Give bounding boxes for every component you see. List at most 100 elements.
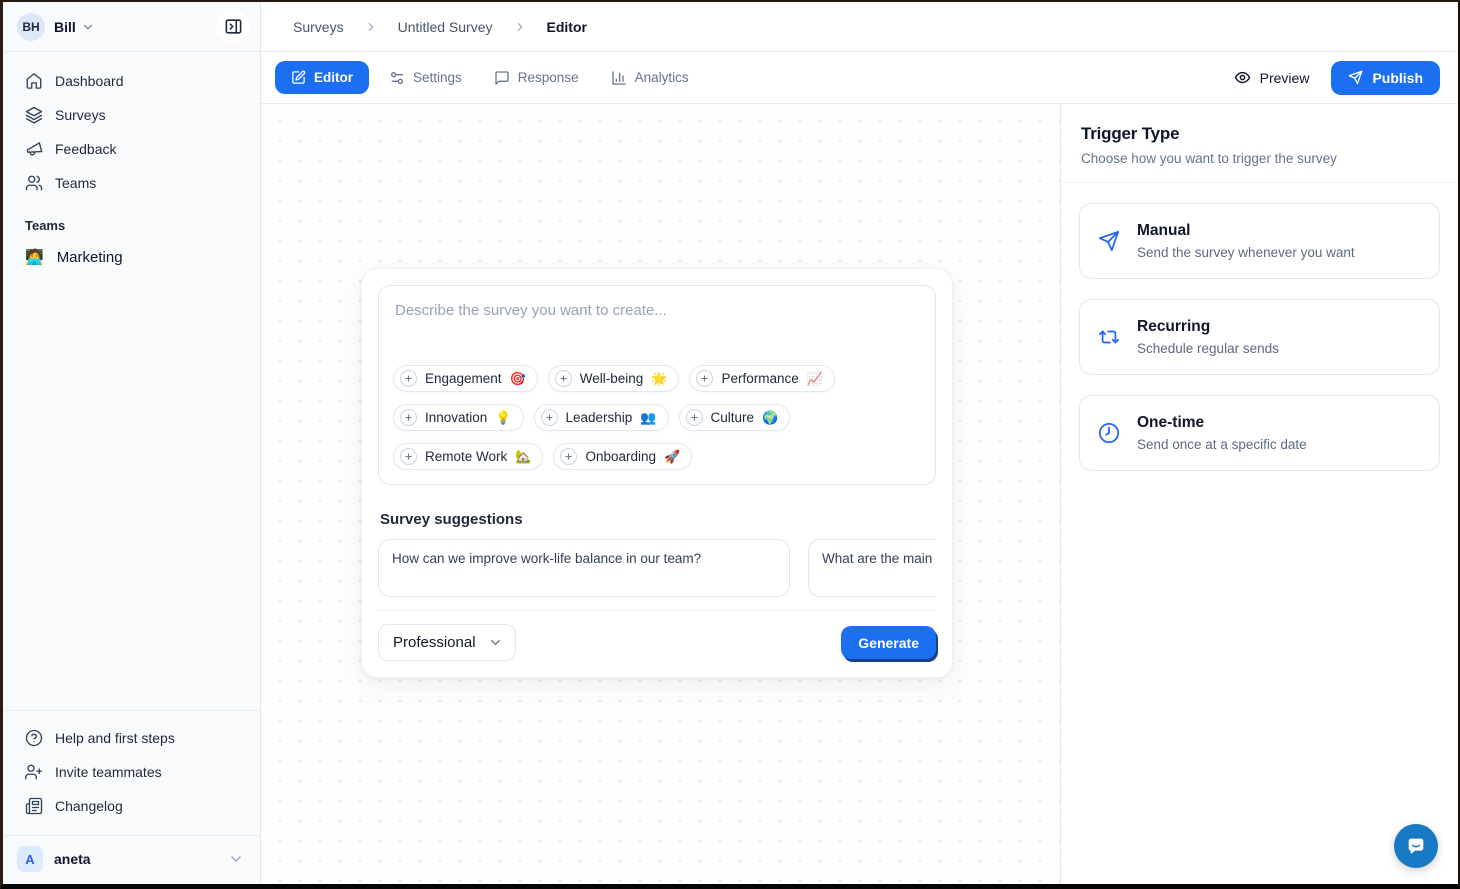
sidebar-item-invite[interactable]: Invite teammates (15, 755, 248, 789)
tab-label: Analytics (635, 70, 689, 85)
sidebar-item-label: Surveys (55, 107, 106, 123)
suggestions-row: How can we improve work-life balance in … (378, 539, 936, 597)
sidebar-item-changelog[interactable]: Changelog (15, 789, 248, 823)
user-avatar: A (17, 846, 43, 872)
trigger-options: Manual Send the survey whenever you want… (1061, 183, 1458, 491)
plus-circle-icon (696, 370, 713, 387)
sidebar-collapse-button[interactable] (216, 10, 250, 44)
send-icon (1098, 230, 1120, 252)
repeat-icon (1098, 326, 1120, 348)
editor-canvas[interactable]: Describe the survey you want to create..… (261, 104, 1060, 884)
topic-chip-innovation[interactable]: Innovation 💡 (393, 404, 524, 431)
busts-emoji-icon: 👥 (640, 411, 656, 424)
sidebar-nav: Dashboard Surveys Feedback Teams (3, 52, 260, 204)
tab-settings[interactable]: Settings (377, 61, 474, 95)
trigger-option-recurring[interactable]: Recurring Schedule regular sends (1079, 299, 1440, 375)
trigger-option-text: One-time Send once at a specific date (1137, 414, 1307, 452)
tab-analytics[interactable]: Analytics (599, 61, 701, 95)
survey-description-input[interactable]: Describe the survey you want to create..… (378, 285, 936, 485)
house-emoji-icon: 🏡 (515, 450, 531, 463)
teams-section-label: Teams (3, 204, 260, 239)
sidebar-item-label: Teams (55, 175, 96, 191)
clock-icon (1098, 422, 1120, 444)
plus-circle-icon (560, 448, 577, 465)
trigger-option-manual[interactable]: Manual Send the survey whenever you want (1079, 203, 1440, 279)
topic-chip-culture[interactable]: Culture 🌍 (679, 404, 791, 431)
rocket-emoji-icon: 🚀 (664, 450, 680, 463)
suggestions-title: Survey suggestions (380, 511, 934, 528)
option-title: Recurring (1137, 318, 1279, 336)
option-description: Send once at a specific date (1137, 437, 1307, 452)
input-placeholder: Describe the survey you want to create..… (393, 300, 921, 321)
tab-editor[interactable]: Editor (275, 61, 369, 94)
toolbar-actions: Preview Publish (1234, 61, 1440, 95)
tab-response[interactable]: Response (482, 61, 591, 95)
tone-select[interactable]: Professional (378, 624, 516, 661)
sidebar-footer-nav: Help and first steps Invite teammates Ch… (3, 710, 260, 829)
chevron-right-icon (364, 20, 378, 34)
globe-emoji-icon: 🌍 (762, 411, 778, 424)
topic-chip-performance[interactable]: Performance 📈 (689, 365, 834, 392)
user-menu[interactable]: A aneta (3, 835, 260, 884)
chat-bubble-icon (1405, 835, 1427, 857)
app-window: BH Bill Dashboard Surv (0, 0, 1460, 889)
workspace-name[interactable]: Bill (54, 19, 76, 35)
publish-label: Publish (1372, 70, 1423, 86)
sidebar-spacer (3, 275, 260, 710)
sidebar-item-label: Help and first steps (55, 730, 175, 746)
chip-label: Well-being (580, 371, 644, 386)
plus-circle-icon (686, 409, 703, 426)
preview-button[interactable]: Preview (1234, 69, 1310, 86)
breadcrumb-surveys[interactable]: Surveys (293, 19, 344, 35)
topic-chip-engagement[interactable]: Engagement 🎯 (393, 365, 538, 392)
tone-value: Professional (393, 634, 476, 651)
eye-icon (1234, 69, 1251, 86)
trigger-panel-header: Trigger Type Choose how you want to trig… (1061, 104, 1458, 183)
preview-label: Preview (1260, 70, 1310, 86)
topic-chip-onboarding[interactable]: Onboarding 🚀 (553, 443, 692, 470)
tab-label: Settings (413, 70, 462, 85)
option-title: One-time (1137, 414, 1307, 432)
suggestion-card[interactable]: What are the main ob (808, 539, 936, 597)
chart-up-emoji-icon: 📈 (807, 372, 823, 385)
newspaper-icon (25, 797, 43, 815)
glowing-star-emoji-icon: 🌟 (651, 372, 667, 385)
user-name: aneta (54, 851, 91, 867)
layers-icon (25, 106, 43, 124)
suggestion-card[interactable]: How can we improve work-life balance in … (378, 539, 790, 597)
sidebar-item-marketing[interactable]: 🧑‍💻 Marketing (15, 239, 248, 275)
breadcrumb: Surveys Untitled Survey Editor (261, 2, 1458, 52)
main-area: Surveys Untitled Survey Editor Editor (261, 2, 1458, 884)
topic-chip-well-being[interactable]: Well-being 🌟 (548, 365, 680, 392)
breadcrumb-untitled-survey[interactable]: Untitled Survey (398, 19, 493, 35)
trigger-option-one-time[interactable]: One-time Send once at a specific date (1079, 395, 1440, 471)
sidebar-item-help[interactable]: Help and first steps (15, 721, 248, 755)
breadcrumb-editor: Editor (547, 19, 587, 35)
plus-circle-icon (541, 409, 558, 426)
topic-chip-remote-work[interactable]: Remote Work 🏡 (393, 443, 543, 470)
send-icon (1348, 70, 1363, 85)
chip-label: Remote Work (425, 449, 507, 464)
home-icon (25, 72, 43, 90)
chip-label: Engagement (425, 371, 502, 386)
dart-emoji-icon: 🎯 (510, 372, 526, 385)
chip-label: Onboarding (585, 449, 656, 464)
topic-chip-leadership[interactable]: Leadership 👥 (534, 404, 669, 431)
pencil-square-icon (291, 70, 306, 85)
chat-launcher-button[interactable] (1394, 824, 1438, 868)
publish-button[interactable]: Publish (1331, 61, 1440, 95)
sidebar-item-teams[interactable]: Teams (15, 166, 248, 200)
workspace-avatar[interactable]: BH (17, 13, 45, 41)
chevron-down-icon[interactable] (81, 20, 95, 34)
chevron-down-icon[interactable] (228, 851, 244, 867)
topic-chips: Engagement 🎯 Well-being 🌟 Performance (393, 365, 921, 470)
generate-button[interactable]: Generate (841, 626, 936, 659)
sidebar-item-surveys[interactable]: Surveys (15, 98, 248, 132)
user-plus-icon (25, 763, 43, 781)
content-area: Describe the survey you want to create..… (261, 104, 1458, 884)
sidebar-item-label: Invite teammates (55, 764, 162, 780)
sidebar-item-feedback[interactable]: Feedback (15, 132, 248, 166)
option-title: Manual (1137, 222, 1355, 240)
panel-title: Trigger Type (1081, 124, 1438, 144)
sidebar-item-dashboard[interactable]: Dashboard (15, 64, 248, 98)
